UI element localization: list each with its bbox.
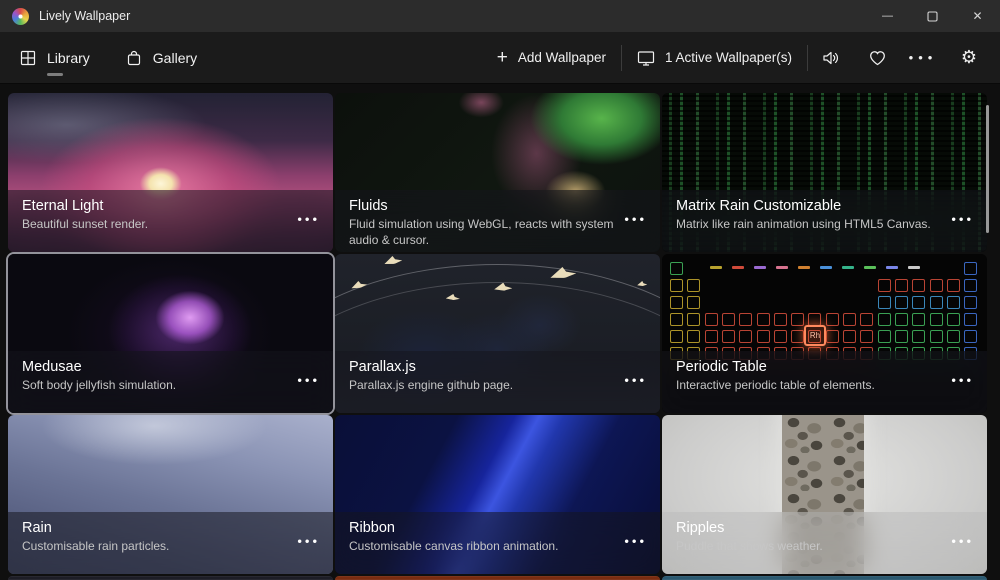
- window-controls: — ✕: [865, 0, 1000, 32]
- window-title: Lively Wallpaper: [39, 9, 130, 23]
- maximize-icon: [927, 11, 938, 22]
- nav-bar: Library Gallery + Add Wallpaper 1 Active…: [0, 32, 1000, 84]
- more-button[interactable]: •••: [900, 32, 946, 83]
- wallpaper-subtitle: Puddle that shows weather.: [676, 538, 987, 554]
- wallpaper-title: Ripples: [676, 519, 987, 538]
- wallpaper-subtitle: Parallax.js engine github page.: [349, 377, 660, 393]
- card-overlay: Rain Customisable rain particles. •••: [8, 512, 333, 574]
- wallpaper-card-matrix-rain[interactable]: Matrix Rain Customizable Matrix like rai…: [662, 93, 987, 252]
- card-overlay: Ripples Puddle that shows weather. •••: [662, 512, 987, 574]
- wallpaper-card-medusae[interactable]: Medusae Soft body jellyfish simulation. …: [8, 254, 333, 413]
- wallpaper-card-fluids[interactable]: Fluids Fluid simulation using WebGL, rea…: [335, 93, 660, 252]
- card-menu-button[interactable]: •••: [297, 533, 320, 548]
- card-overlay: Periodic Table Interactive periodic tabl…: [662, 351, 987, 413]
- scrollbar-thumb[interactable]: [986, 105, 989, 233]
- library-grid-icon: [20, 50, 36, 66]
- tab-gallery-label: Gallery: [153, 50, 197, 66]
- wallpaper-subtitle: Beautiful sunset render.: [22, 216, 333, 232]
- wallpaper-title: Ribbon: [349, 519, 660, 538]
- minimize-button[interactable]: —: [865, 0, 910, 32]
- wallpaper-title: Rain: [22, 519, 333, 538]
- wallpaper-subtitle: Interactive periodic table of elements.: [676, 377, 987, 393]
- plus-icon: +: [497, 48, 508, 67]
- card-menu-button[interactable]: •••: [951, 211, 974, 226]
- heart-icon: [869, 50, 886, 66]
- library-content: Eternal Light Beautiful sunset render. •…: [0, 84, 1000, 580]
- card-overlay: Ribbon Customisable canvas ribbon animat…: [335, 512, 660, 574]
- active-wallpapers-button[interactable]: 1 Active Wallpaper(s): [622, 32, 807, 83]
- wallpaper-subtitle: Soft body jellyfish simulation.: [22, 377, 333, 393]
- wallpaper-card-rain[interactable]: Rain Customisable rain particles. •••: [8, 415, 333, 574]
- app-logo-icon: [12, 8, 29, 25]
- wallpaper-card-ribbon[interactable]: Ribbon Customisable canvas ribbon animat…: [335, 415, 660, 574]
- app-window: Lively Wallpaper — ✕ Library Gallery: [0, 0, 1000, 580]
- more-icon: •••: [909, 50, 938, 65]
- wallpaper-subtitle: Customisable canvas ribbon animation.: [349, 538, 660, 554]
- gallery-bag-icon: [126, 50, 142, 66]
- favorites-button[interactable]: [854, 32, 900, 83]
- minimize-icon: —: [882, 10, 893, 22]
- maximize-button[interactable]: [910, 0, 955, 32]
- wallpaper-card-periodic-table[interactable]: Rh Periodic Table Interactive periodic t…: [662, 254, 987, 413]
- wallpaper-card-partial[interactable]: [335, 576, 660, 580]
- wallpaper-card-eternal-light[interactable]: Eternal Light Beautiful sunset render. •…: [8, 93, 333, 252]
- wallpaper-card-parallax[interactable]: Parallax.js Parallax.js engine github pa…: [335, 254, 660, 413]
- close-button[interactable]: ✕: [955, 0, 1000, 32]
- card-menu-button[interactable]: •••: [951, 372, 974, 387]
- card-menu-button[interactable]: •••: [297, 372, 320, 387]
- ship-shape: [383, 254, 402, 264]
- monitor-icon: [637, 50, 655, 66]
- wallpaper-title: Medusae: [22, 358, 333, 377]
- wallpaper-subtitle: Customisable rain particles.: [22, 538, 333, 554]
- card-menu-button[interactable]: •••: [624, 533, 647, 548]
- wallpaper-title: Periodic Table: [676, 358, 987, 377]
- card-overlay: Medusae Soft body jellyfish simulation. …: [8, 351, 333, 413]
- wallpaper-card-ripples[interactable]: Ripples Puddle that shows weather. •••: [662, 415, 987, 574]
- tab-library-label: Library: [47, 50, 90, 66]
- close-icon: ✕: [972, 9, 982, 23]
- card-menu-button[interactable]: •••: [624, 211, 647, 226]
- gear-icon: ⚙: [961, 47, 977, 68]
- settings-button[interactable]: ⚙: [946, 32, 992, 83]
- wallpaper-card-partial[interactable]: [662, 576, 987, 580]
- wallpaper-title: Fluids: [349, 197, 660, 216]
- wallpaper-title: Parallax.js: [349, 358, 660, 377]
- wallpaper-title: Matrix Rain Customizable: [676, 197, 987, 216]
- card-menu-button[interactable]: •••: [951, 533, 974, 548]
- card-menu-button[interactable]: •••: [624, 372, 647, 387]
- card-overlay: Parallax.js Parallax.js engine github pa…: [335, 351, 660, 413]
- audio-button[interactable]: [808, 32, 854, 83]
- wallpaper-grid: Eternal Light Beautiful sunset render. •…: [0, 84, 1000, 580]
- speaker-icon: [822, 50, 840, 66]
- wallpaper-subtitle: Matrix like rain animation using HTML5 C…: [676, 216, 987, 232]
- wallpaper-title: Eternal Light: [22, 197, 333, 216]
- card-overlay: Matrix Rain Customizable Matrix like rai…: [662, 190, 987, 252]
- card-menu-button[interactable]: •••: [297, 211, 320, 226]
- card-overlay: Eternal Light Beautiful sunset render. •…: [8, 190, 333, 252]
- card-overlay: Fluids Fluid simulation using WebGL, rea…: [335, 190, 660, 252]
- ship-shape: [637, 281, 647, 286]
- wallpaper-card-partial[interactable]: [8, 576, 333, 580]
- active-wallpapers-label: 1 Active Wallpaper(s): [665, 50, 792, 65]
- add-wallpaper-label: Add Wallpaper: [518, 50, 606, 65]
- add-wallpaper-button[interactable]: + Add Wallpaper: [482, 32, 621, 83]
- tab-gallery[interactable]: Gallery: [120, 32, 203, 83]
- title-bar: Lively Wallpaper — ✕: [0, 0, 1000, 32]
- tab-library[interactable]: Library: [14, 32, 96, 83]
- periodic-highlight-rh: Rh: [804, 325, 826, 346]
- selected-tab-indicator: [47, 73, 63, 76]
- wallpaper-subtitle: Fluid simulation using WebGL, reacts wit…: [349, 216, 660, 248]
